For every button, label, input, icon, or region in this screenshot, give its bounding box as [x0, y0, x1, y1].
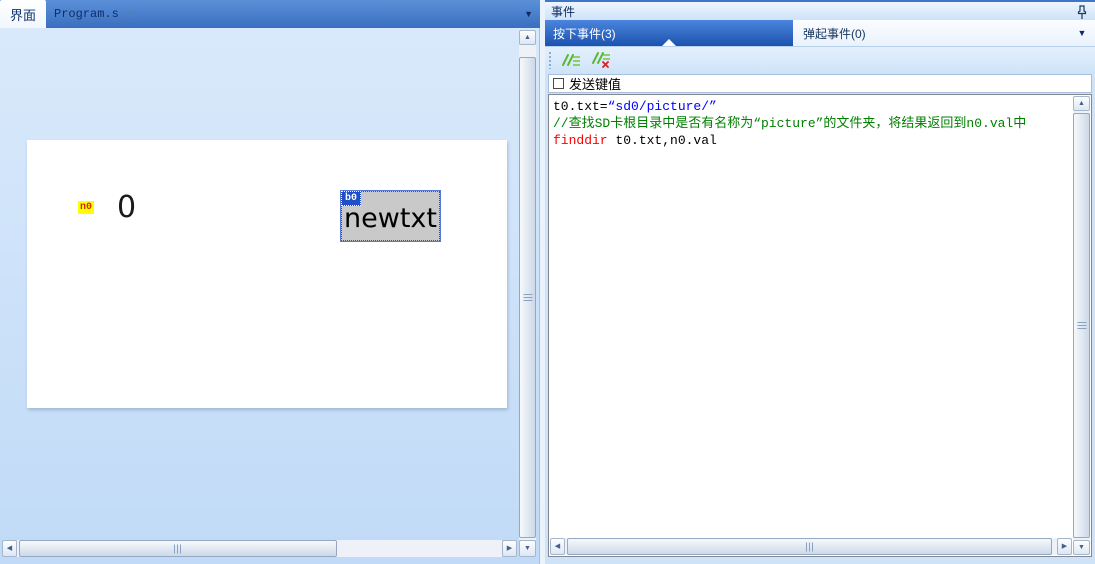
comment-lines-icon[interactable] [558, 50, 582, 70]
button-component-label: newtxt [344, 203, 437, 234]
code-keyword: finddir [553, 133, 608, 148]
tab-interface[interactable]: 界面 [0, 0, 46, 28]
event-panel-titlebar: 事件 [545, 0, 1095, 20]
scroll-up-icon[interactable]: ▲ [1073, 96, 1090, 111]
scroll-left-icon[interactable]: ◀ [550, 538, 565, 555]
uncomment-lines-icon[interactable] [588, 50, 612, 70]
scroll-right-icon[interactable]: ▶ [1057, 538, 1072, 555]
number-component[interactable]: 0 [117, 190, 136, 225]
scrollbar-track[interactable] [519, 45, 536, 540]
scroll-right-icon[interactable]: ▶ [502, 540, 517, 557]
scroll-left-icon[interactable]: ◀ [2, 540, 17, 557]
scroll-up-icon[interactable]: ▲ [519, 30, 536, 45]
code-comment: //查找SD卡根目录中是否有名称为“picture”的文件夹，将结果返回到n0.… [553, 115, 1069, 132]
scrollbar-thumb[interactable] [19, 540, 337, 557]
event-panel: 事件 按下事件(3) 弹起事件(0) ▼ [545, 0, 1095, 564]
scrollbar-thumb[interactable] [567, 538, 1052, 555]
tab-release-event[interactable]: 弹起事件(0) [793, 20, 1069, 46]
scrollbar-thumb[interactable] [519, 57, 536, 538]
design-panel: 界面 Program.s × ▼ n0 0 b0 newtxt ▲ ◀ [0, 0, 540, 564]
scrollbar-track[interactable] [17, 540, 502, 557]
page-tab-bar: 界面 Program.s × ▼ [0, 0, 540, 28]
code-arguments: t0.txt,n0.val [608, 133, 717, 148]
send-key-label: 发送键值 [569, 74, 621, 93]
code-horizontal-scrollbar[interactable]: ◀ ▶ [550, 538, 1072, 555]
event-tabs-dropdown-icon[interactable]: ▼ [1069, 20, 1095, 46]
scrollbar-track[interactable] [565, 538, 1057, 555]
scrollbar-grip [1077, 322, 1086, 330]
canvas-workspace: n0 0 b0 newtxt ▲ ◀ ▶ ▼ [0, 28, 540, 564]
scroll-down-icon[interactable]: ▼ [519, 540, 536, 557]
event-panel-title: 事件 [551, 3, 575, 20]
canvas-horizontal-scrollbar[interactable]: ◀ ▶ [2, 540, 517, 557]
send-key-row: 发送键值 [548, 74, 1092, 93]
send-key-checkbox[interactable] [553, 78, 564, 89]
code-string: “sd0/picture/” [608, 99, 717, 114]
close-tab-icon[interactable]: × [126, 0, 134, 28]
event-toolbar [545, 47, 1095, 73]
canvas-vertical-scrollbar[interactable]: ▲ [519, 30, 536, 540]
page-canvas[interactable]: n0 0 b0 newtxt [27, 140, 507, 408]
toolbar-grip-handle[interactable] [548, 51, 552, 69]
scrollbar-thumb[interactable] [1073, 113, 1090, 538]
code-assignment: t0.txt= [553, 99, 608, 114]
scrollbar-grip [523, 294, 532, 302]
scrollbar-grip [806, 542, 814, 551]
scrollbar-track[interactable] [1073, 111, 1090, 540]
pin-icon[interactable] [1076, 5, 1088, 20]
button-component[interactable]: b0 newtxt [341, 191, 440, 241]
code-vertical-scrollbar[interactable]: ▲ ▼ [1073, 96, 1090, 555]
button-component-tag: b0 [341, 191, 361, 206]
tab-list-dropdown-icon[interactable]: ▼ [524, 0, 533, 28]
event-code-editor[interactable]: t0.txt=“sd0/picture/”//查找SD卡根目录中是否有名称为“p… [548, 94, 1092, 557]
tab-press-event[interactable]: 按下事件(3) [545, 20, 793, 46]
tab-program-s[interactable]: Program.s [54, 0, 119, 28]
code-text[interactable]: t0.txt=“sd0/picture/”//查找SD卡根目录中是否有名称为“p… [550, 96, 1072, 537]
scroll-down-icon[interactable]: ▼ [1073, 540, 1090, 555]
number-component-tag: n0 [78, 201, 94, 214]
scrollbar-grip [174, 544, 182, 553]
code-line: t0.txt=“sd0/picture/” [553, 98, 1069, 115]
event-tab-bar: 按下事件(3) 弹起事件(0) ▼ [545, 20, 1095, 47]
code-line: finddir t0.txt,n0.val [553, 132, 1069, 149]
